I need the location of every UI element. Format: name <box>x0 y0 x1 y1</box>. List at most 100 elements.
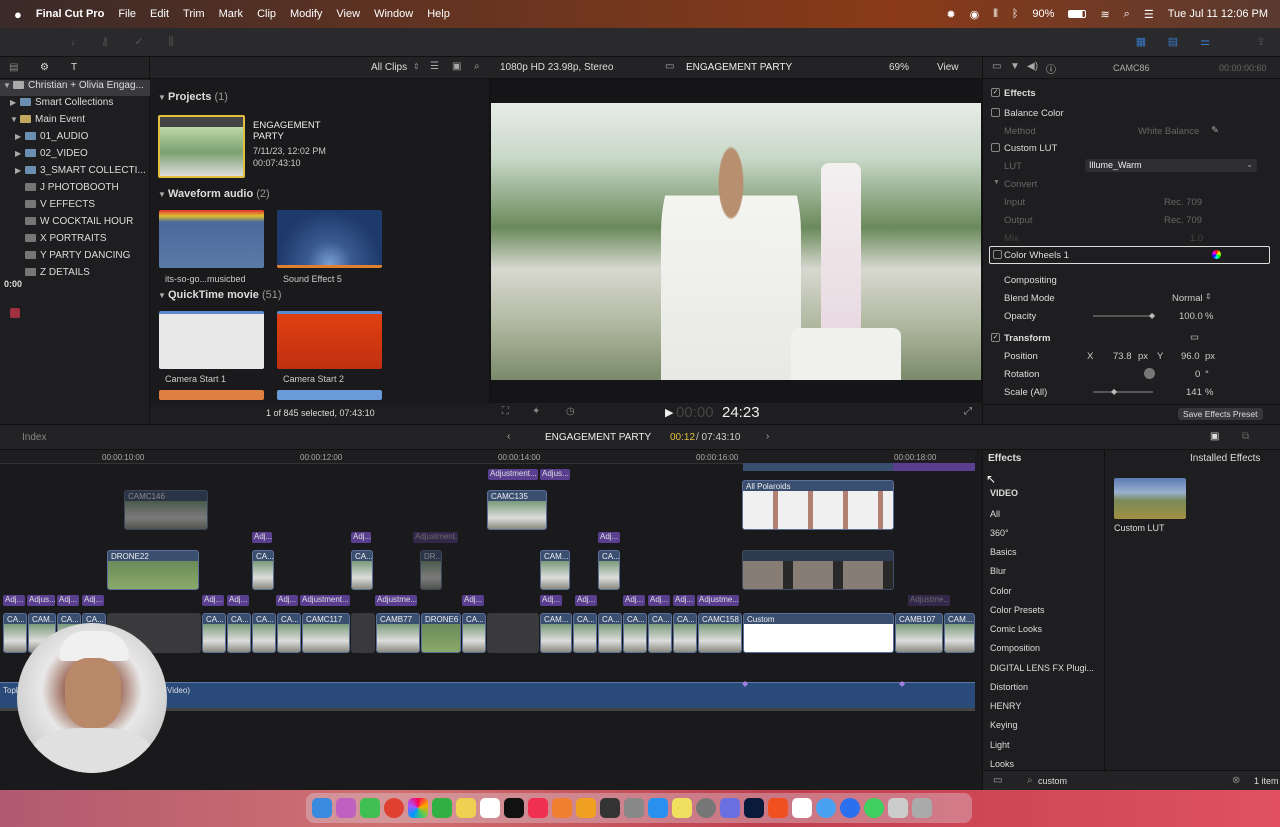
fullscreen-icon[interactable]: ⤢ <box>964 406 972 417</box>
photoshop-icon[interactable] <box>744 798 764 818</box>
opacity-slider-thumb[interactable]: ◆ <box>1149 311 1155 320</box>
library-item-photobooth[interactable]: J PHOTOBOOTH <box>0 182 150 198</box>
fx-category-composition[interactable]: Composition <box>990 643 1040 653</box>
position-x[interactable]: 73.8 <box>1113 351 1132 362</box>
list-view-icon[interactable]: ☰ <box>430 61 439 72</box>
clip-ca[interactable]: CA... <box>252 613 276 653</box>
apple-icon[interactable]: ● <box>14 7 22 22</box>
share-icon[interactable]: ⇪ <box>1254 36 1268 48</box>
adjustment-clip[interactable]: Adjustme... <box>908 595 950 606</box>
clip-photos[interactable] <box>742 550 894 590</box>
zoom-app-icon[interactable] <box>720 798 740 818</box>
compressor-icon[interactable] <box>624 798 644 818</box>
sidebar-toggle-icon[interactable]: ▭ <box>993 775 1002 786</box>
clip-camb77[interactable]: CAMB77 <box>376 613 420 653</box>
menu-help[interactable]: Help <box>427 8 450 20</box>
layout-browser-icon[interactable]: ▦ <box>1134 36 1148 48</box>
clip-ca[interactable]: CA... <box>598 613 622 653</box>
audio-clip-1[interactable] <box>159 210 264 268</box>
position-y[interactable]: 96.0 <box>1181 351 1200 362</box>
clip-cam[interactable]: CAM... <box>944 613 975 653</box>
menu-file[interactable]: File <box>118 8 136 20</box>
clip-dr[interactable]: DR... <box>420 550 442 590</box>
clip-ca[interactable]: CA... <box>462 613 486 653</box>
effect-thumbnail-custom-lut[interactable] <box>1114 478 1186 519</box>
adjustment-clip[interactable]: Adj... <box>252 532 272 543</box>
zoom-dropdown[interactable]: 69% <box>889 62 909 73</box>
view-menu[interactable]: View <box>937 62 959 73</box>
method-value[interactable]: White Balance <box>1138 126 1199 137</box>
adjustment-clip[interactable]: Adj... <box>227 595 249 606</box>
fx-category-color-presets[interactable]: Color Presets <box>990 605 1045 615</box>
adjustment-clip[interactable]: Adj... <box>276 595 298 606</box>
clip-ca[interactable]: CA... <box>648 613 672 653</box>
audio-clip-2[interactable] <box>277 210 382 268</box>
library-item-smart-collections[interactable]: ▶ Smart Collections <box>0 97 150 113</box>
fx-category-blur[interactable]: Blur <box>990 566 1006 576</box>
scale-slider[interactable] <box>1093 391 1153 393</box>
search-icon[interactable]: ⌕ <box>1124 8 1130 21</box>
library-item-main-event[interactable]: ▼ Main Event <box>0 114 150 130</box>
effects-browser-icon[interactable]: ▣ <box>1210 431 1219 442</box>
menu-edit[interactable]: Edit <box>150 8 169 20</box>
clip-ca[interactable]: CA... <box>623 613 647 653</box>
movie-clip-2[interactable] <box>277 311 382 369</box>
adjustment-clip[interactable]: Adj... <box>82 595 104 606</box>
fx-category-comic-looks[interactable]: Comic Looks <box>990 624 1042 634</box>
enhance-icon[interactable]: ✦ <box>532 406 540 417</box>
clip-all-polaroids[interactable]: All Polaroids <box>742 480 894 530</box>
play-icon[interactable]: ▶ <box>665 406 673 419</box>
library-item-party-dancing[interactable]: Y PARTY DANCING <box>0 250 150 266</box>
fx-category-henry[interactable]: HENRY <box>990 701 1021 711</box>
opacity-slider[interactable] <box>1093 315 1153 317</box>
effects-search-input[interactable]: custom <box>1038 776 1067 786</box>
library-item-01-audio[interactable]: ▶ 01_AUDIO <box>0 131 150 147</box>
gap-clip[interactable] <box>487 613 539 653</box>
wifi-icon[interactable]: ≋ <box>1100 8 1109 21</box>
lut-dropdown[interactable]: Illume_Warm ⌄ <box>1085 159 1257 172</box>
clip-ca[interactable]: CA... <box>351 550 373 590</box>
clip-camb107[interactable]: CAMB107 <box>895 613 943 653</box>
chrome-icon[interactable] <box>384 798 404 818</box>
photos-icon[interactable]: ⚙ <box>40 62 49 73</box>
balance-color-row[interactable]: Balance Color <box>983 104 1280 122</box>
clip-appearance-icon[interactable]: ▣ <box>452 61 461 72</box>
adjustment-clip[interactable]: Adjustme... <box>375 595 417 606</box>
output-value[interactable]: Rec. 709 <box>1164 215 1202 226</box>
fx-category-color[interactable]: Color <box>990 586 1012 596</box>
clip-cam[interactable]: CAM... <box>540 550 570 590</box>
effects-section[interactable]: ✓ Effects <box>983 84 1280 102</box>
system-settings-icon[interactable] <box>696 798 716 818</box>
clip-cam[interactable]: CAM... <box>540 613 572 653</box>
installed-effects-dropdown[interactable]: Installed Effects <box>1190 453 1260 464</box>
fx-category-basics[interactable]: Basics <box>990 547 1017 557</box>
clip-camc146[interactable]: CAMC146 <box>124 490 208 530</box>
clip-ca[interactable]: CA... <box>573 613 597 653</box>
photos-icon[interactable] <box>408 798 428 818</box>
final-cut-pro-icon[interactable] <box>600 798 620 818</box>
clip-ca[interactable]: CA... <box>252 550 274 590</box>
clip-drone22[interactable]: DRONE22 <box>107 550 199 590</box>
import-icon[interactable]: ↓ <box>66 36 80 48</box>
adjustment-clip[interactable]: Adj... <box>351 532 371 543</box>
app-menu[interactable]: Final Cut Pro <box>36 8 104 20</box>
clip-ca[interactable]: CA... <box>673 613 697 653</box>
apple-tv-icon[interactable] <box>504 798 524 818</box>
adjustment-clip[interactable]: Adj... <box>202 595 224 606</box>
adjustment-clip[interactable]: Adjustment... <box>413 532 458 543</box>
rotation-value[interactable]: 0 <box>1195 369 1200 380</box>
movie-clip-1[interactable] <box>159 311 264 369</box>
titles-icon[interactable]: T <box>71 62 77 73</box>
clip-ca[interactable]: CA... <box>598 550 620 590</box>
menu-clip[interactable]: Clip <box>257 8 276 20</box>
notes-icon[interactable] <box>456 798 476 818</box>
color-wheel-icon[interactable] <box>1212 250 1221 259</box>
library-item-02-video[interactable]: ▶ 02_VIDEO <box>0 148 150 164</box>
launchpad-icon[interactable] <box>336 798 356 818</box>
adjustment-clip[interactable]: Adjus... <box>540 469 570 480</box>
pages-icon[interactable] <box>576 798 596 818</box>
transform-section[interactable]: ✓ Transform ▭ <box>983 329 1280 347</box>
fx-category-video[interactable]: VIDEO <box>990 488 1018 498</box>
blend-mode-value[interactable]: Normal <box>1172 293 1203 304</box>
datetime[interactable]: Tue Jul 11 12:06 PM <box>1168 8 1268 20</box>
